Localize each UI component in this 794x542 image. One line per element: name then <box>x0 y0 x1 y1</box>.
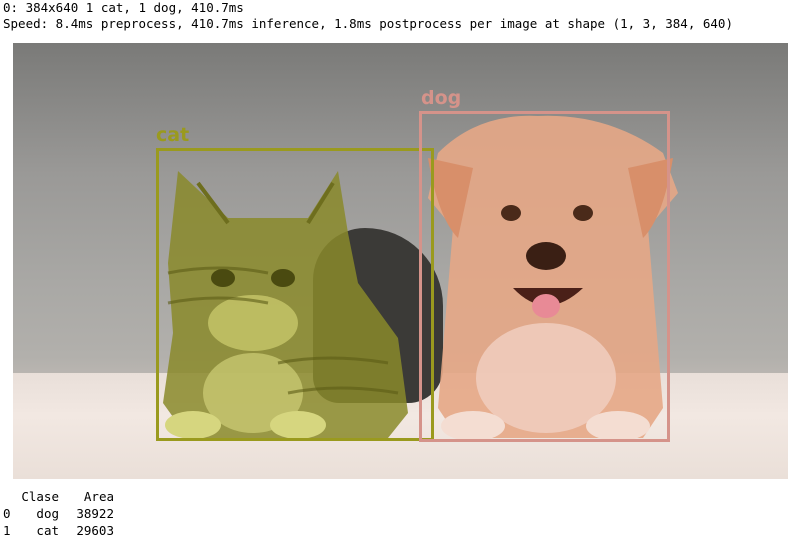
cat-detection-label: cat <box>156 124 190 146</box>
area-table: Clase Area 0 dog 38922 1 cat 29603 <box>3 488 114 539</box>
row-index: 0 <box>3 506 11 521</box>
row-class: cat <box>36 523 59 538</box>
dog-detection-label: dog <box>421 87 462 109</box>
output-summary-line: 0: 384x640 1 cat, 1 dog, 410.7ms <box>3 0 244 15</box>
header-area: Area <box>83 489 114 504</box>
table-row: 1 cat 29603 <box>3 522 114 539</box>
detection-image: cat dog <box>13 43 788 479</box>
cat-bounding-box <box>156 148 434 441</box>
row-area: 38922 <box>76 506 114 521</box>
output-speed-line: Speed: 8.4ms preprocess, 410.7ms inferen… <box>3 16 733 31</box>
row-area: 29603 <box>76 523 114 538</box>
header-class: Clase <box>21 489 59 504</box>
row-index: 1 <box>3 523 11 538</box>
table-row: 0 dog 38922 <box>3 505 114 522</box>
row-class: dog <box>36 506 59 521</box>
dog-bounding-box <box>419 111 670 442</box>
table-header-row: Clase Area <box>3 488 114 505</box>
